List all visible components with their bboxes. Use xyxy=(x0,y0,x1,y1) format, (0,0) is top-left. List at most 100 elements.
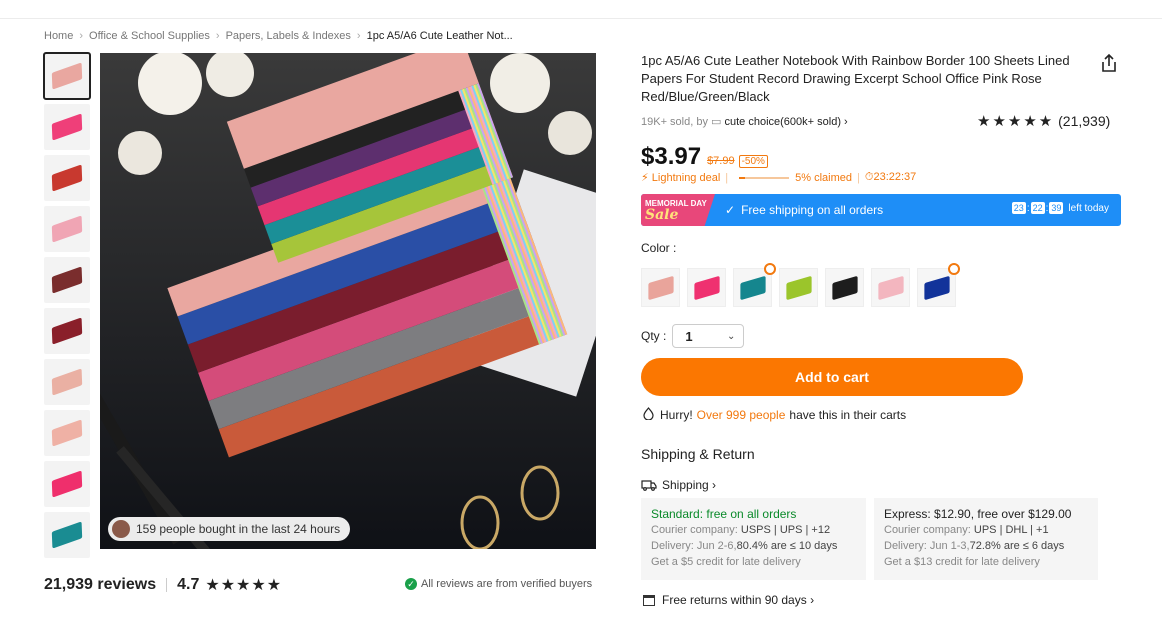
header-divider xyxy=(0,18,1162,19)
verified-buyers-note: ✓ All reviews are from verified buyers xyxy=(405,578,592,590)
review-score: 4.7 xyxy=(177,576,200,593)
thumbnail-notebook xyxy=(51,521,83,549)
countdown-seconds: 39 xyxy=(1049,202,1064,214)
breadcrumb-current: 1pc A5/A6 Cute Leather Not... xyxy=(366,30,513,42)
swatch-badge-icon xyxy=(764,263,776,275)
quantity-value: 1 xyxy=(685,328,693,344)
express-credit: Get a $13 credit for late delivery xyxy=(884,556,1040,568)
breadcrumb-home[interactable]: Home xyxy=(44,30,73,42)
free-returns-link[interactable]: Free returns within 90 days › xyxy=(643,593,814,607)
delivery-dates: Delivery: Jun 2-6, xyxy=(651,540,737,552)
product-thumbnail[interactable] xyxy=(44,104,90,150)
hurry-suffix: have this in their carts xyxy=(789,408,907,422)
recent-purchases-badge: 159 people bought in the last 24 hours xyxy=(108,517,351,541)
color-swatch[interactable] xyxy=(687,268,726,307)
delivery-stat: 80.4% are ≤ 10 days xyxy=(736,540,838,552)
standard-credit: Get a $5 credit for late delivery xyxy=(651,556,801,568)
color-swatch[interactable] xyxy=(779,268,818,307)
standard-delivery: Delivery: Jun 2-6,80.4% are ≤ 10 days xyxy=(651,538,856,554)
swatch-badge-icon xyxy=(948,263,960,275)
banner-countdown: 23: 22: 39 left today xyxy=(1011,202,1109,214)
free-returns-label: Free returns within 90 days › xyxy=(662,593,815,607)
swatch-notebook xyxy=(832,275,858,301)
courier-label: Courier company: xyxy=(884,524,971,536)
free-shipping-banner: MEMORIAL DAY Sale ✓ Free shipping on all… xyxy=(641,194,1121,226)
breadcrumb-papers-labels[interactable]: Papers, Labels & Indexes xyxy=(226,30,351,42)
product-thumbnail[interactable] xyxy=(43,52,91,100)
thumbnail-notebook xyxy=(51,470,83,498)
countdown-suffix: left today xyxy=(1068,202,1109,214)
product-thumbnail[interactable] xyxy=(44,461,90,507)
swatch-notebook xyxy=(740,275,766,301)
express-delivery: Delivery: Jun 1-3,72.8% are ≤ 6 days xyxy=(884,538,1088,554)
thumbnail-notebook xyxy=(51,419,83,447)
product-thumbnail[interactable] xyxy=(44,308,90,354)
avatar xyxy=(112,520,130,538)
thumbnail-notebook xyxy=(51,113,83,141)
thumbnail-notebook xyxy=(51,164,83,192)
truck-icon xyxy=(641,479,657,491)
color-swatch[interactable] xyxy=(871,268,910,307)
free-shipping-text: ✓ Free shipping on all orders xyxy=(725,203,883,217)
thumbnail-list xyxy=(43,52,91,563)
price-row: $3.97 $7.99 -50% xyxy=(641,143,768,171)
standard-shipping-title: Standard: free on all orders xyxy=(651,507,797,521)
breadcrumb-separator: › xyxy=(356,30,361,42)
discount-badge: -50% xyxy=(738,155,768,168)
product-thumbnail[interactable] xyxy=(44,410,90,456)
return-box-icon xyxy=(643,594,655,606)
reviews-summary[interactable]: 21,939 reviews 4.7 ★★★★★ xyxy=(44,575,282,595)
product-thumbnail[interactable] xyxy=(44,155,90,201)
lightning-deal: ⚡ Lightning deal | 5% claimed | ⏱23:22:3… xyxy=(641,171,916,184)
quantity-label: Qty : xyxy=(641,329,667,343)
hurry-count: Over 999 people xyxy=(696,408,786,422)
deal-countdown: ⏱23:22:37 xyxy=(864,171,917,183)
flame-icon xyxy=(643,407,654,423)
color-swatch[interactable] xyxy=(733,263,776,307)
countdown-hours: 23 xyxy=(1011,202,1026,214)
product-rating[interactable]: ★★★★★ (21,939) xyxy=(977,112,1110,130)
sold-count: 19K+ sold, by xyxy=(641,116,708,128)
original-price: $7.99 xyxy=(707,155,735,167)
color-label: Color : xyxy=(641,241,677,255)
add-to-cart-button[interactable]: Add to cart xyxy=(641,358,1023,396)
breadcrumb-separator: › xyxy=(215,30,220,42)
shipping-link[interactable]: Shipping › xyxy=(641,478,716,492)
breadcrumb-office-supplies[interactable]: Office & School Supplies xyxy=(89,30,210,42)
thumbnail-notebook xyxy=(51,368,83,396)
thumbnail-notebook xyxy=(51,62,83,90)
express-shipping-title: Express: $12.90, free over $129.00 xyxy=(884,507,1072,521)
divider xyxy=(166,578,168,592)
product-thumbnail[interactable] xyxy=(44,359,90,405)
check-icon: ✓ xyxy=(725,203,736,217)
memorial-day-sale-tag: MEMORIAL DAY Sale xyxy=(641,194,715,226)
color-swatch[interactable] xyxy=(641,268,680,307)
store-link[interactable]: cute choice(600k+ sold) xyxy=(725,116,841,128)
standard-shipping-card: Standard: free on all orders Courier com… xyxy=(641,498,866,580)
sale-tag-bottom: Sale xyxy=(645,206,679,223)
thumbnail-notebook xyxy=(51,215,83,243)
product-thumbnail[interactable] xyxy=(44,257,90,303)
product-thumbnail[interactable] xyxy=(44,206,90,252)
swatch-notebook xyxy=(878,275,904,301)
delivery-dates: Delivery: Jun 1-3, xyxy=(884,540,970,552)
product-thumbnail[interactable] xyxy=(44,512,90,558)
main-product-image[interactable]: 159 people bought in the last 24 hours xyxy=(100,53,596,549)
quantity-row: Qty : 1 ⌄ xyxy=(641,324,745,348)
thumbnail-notebook xyxy=(51,266,83,294)
courier-list: UPS | DHL | +1 xyxy=(973,524,1049,536)
rating-count: (21,939) xyxy=(1058,113,1111,129)
courier-label: Courier company: xyxy=(651,524,738,536)
lightning-deal-label: ⚡ Lightning deal xyxy=(641,172,721,184)
delivery-stat: 72.8% are ≤ 6 days xyxy=(969,540,1065,552)
share-icon[interactable] xyxy=(1098,52,1120,74)
sold-and-store: 19K+ sold, by ▭ cute choice(600k+ sold) … xyxy=(641,115,848,128)
shipping-link-label: Shipping › xyxy=(662,478,717,492)
claimed-text: 5% claimed xyxy=(795,171,853,184)
quantity-select[interactable]: 1 ⌄ xyxy=(672,324,745,348)
color-swatch[interactable] xyxy=(917,263,960,307)
express-couriers: Courier company: UPS | DHL | +1 xyxy=(884,522,1088,538)
divider: | xyxy=(857,171,860,184)
color-swatch[interactable] xyxy=(825,268,864,307)
free-shipping-label: Free shipping on all orders xyxy=(741,203,884,217)
